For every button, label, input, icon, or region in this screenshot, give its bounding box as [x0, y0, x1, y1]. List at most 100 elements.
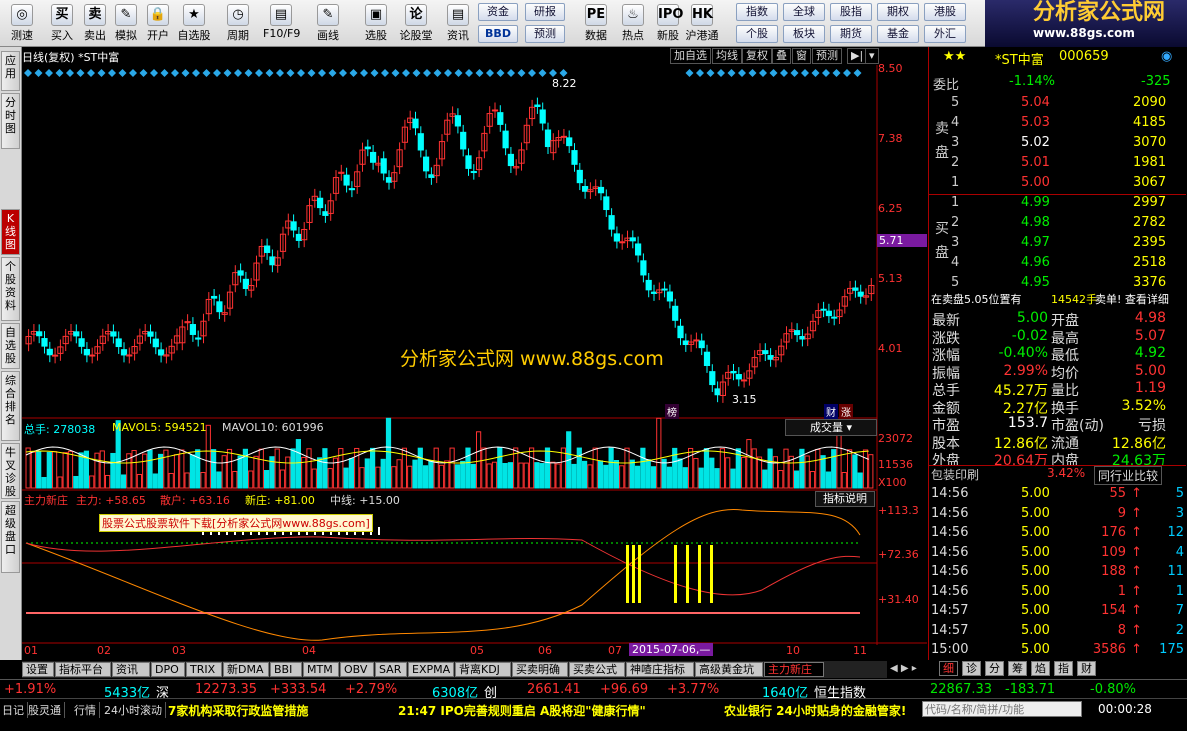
tool-15[interactable]: HK 沪港通: [684, 2, 720, 45]
indicator-tab-5[interactable]: 新DMA: [223, 662, 269, 677]
star-icon[interactable]: ★★: [943, 49, 966, 64]
indicator-tab-13[interactable]: 买卖公式: [569, 662, 625, 677]
rise-badge[interactable]: 涨: [839, 404, 853, 419]
sidebar-tab-3[interactable]: 个股资料: [1, 257, 20, 321]
chart-button-0[interactable]: 加自选: [670, 48, 711, 64]
news-ticker-1[interactable]: 7家机构采取行政监管措施: [168, 702, 308, 719]
news-nav-0[interactable]: 日记: [2, 702, 28, 718]
quote-tab-1[interactable]: 诊: [962, 661, 981, 676]
tool-1[interactable]: 买买入: [44, 2, 80, 45]
tool-0[interactable]: ◎ 测速: [4, 2, 40, 45]
tool-14[interactable]: IPO 新股: [650, 2, 686, 45]
bid-row[interactable]: 3 4.97 2395: [929, 235, 1186, 253]
stat-value: 4.92: [1134, 345, 1166, 361]
tool-5[interactable]: ★ 自选股: [176, 2, 212, 45]
tool-3[interactable]: ✎ 模拟: [108, 2, 144, 45]
toolbar-button-1[interactable]: 研报: [525, 3, 565, 21]
toolbar-button-10[interactable]: 板块: [783, 25, 825, 43]
tool-7[interactable]: ▤ F10/F9: [263, 2, 300, 45]
bid-row[interactable]: 2 4.98 2782: [929, 215, 1186, 233]
indicator-tab-15[interactable]: 高级黄金坑: [695, 662, 763, 677]
toolbar-button-11[interactable]: 期货: [830, 25, 872, 43]
tool-11[interactable]: ▤ 资讯: [440, 2, 476, 45]
tool-9[interactable]: ▣ 选股: [358, 2, 394, 45]
candle-body: [794, 330, 801, 336]
ask-row[interactable]: 4 5.03 4185: [929, 115, 1186, 133]
ad-banner[interactable]: 股票公式股票软件下载[分析家公式网www.88gs.com]: [99, 514, 373, 532]
sidebar-tab-2[interactable]: K线图: [1, 209, 20, 255]
ask-row[interactable]: 5 5.04 2090: [929, 95, 1186, 113]
tool-6[interactable]: ◷ 周期: [220, 2, 256, 45]
indicator-tab-9[interactable]: SAR: [375, 662, 407, 677]
toolbar-button-7[interactable]: 期权: [877, 3, 919, 21]
quote-tab-6[interactable]: 财: [1077, 661, 1096, 676]
sidebar-tab-6[interactable]: 牛叉诊股: [1, 443, 20, 499]
chart-button-4[interactable]: 窗: [792, 48, 811, 64]
tab-scroll-arrows[interactable]: ◀ ▶ ▸: [890, 663, 926, 677]
volume-indicator-select[interactable]: 成交量 ▾: [785, 419, 877, 436]
indicator-tab-2[interactable]: 资讯: [112, 662, 150, 677]
indicator-help-button[interactable]: 指标说明: [815, 491, 875, 507]
finance-badge[interactable]: 财: [824, 404, 838, 419]
quote-tab-5[interactable]: 指: [1054, 661, 1073, 676]
toolbar-button-9[interactable]: 个股: [736, 25, 778, 43]
news-nav-2[interactable]: 行情: [74, 702, 100, 718]
ask-row[interactable]: 3 5.02 3070: [929, 135, 1186, 153]
sidebar-tab-0[interactable]: 应用: [1, 51, 20, 91]
news-nav-1[interactable]: 股灵通: [28, 702, 65, 718]
search-input[interactable]: [922, 701, 1082, 717]
tool-4[interactable]: 🔒 开户: [140, 2, 176, 45]
bid-row[interactable]: 4 4.96 2518: [929, 255, 1186, 273]
quote-tab-0[interactable]: 细: [939, 661, 958, 676]
ask-row[interactable]: 1 5.00 3067: [929, 175, 1186, 193]
indicator-tab-8[interactable]: OBV: [340, 662, 374, 677]
quote-tab-3[interactable]: 筹: [1008, 661, 1027, 676]
quote-tab-4[interactable]: 焰: [1031, 661, 1050, 676]
list-badge[interactable]: 榜: [665, 404, 679, 419]
sidebar-tab-4[interactable]: 自选股: [1, 323, 20, 369]
toolbar-button-5[interactable]: 全球: [783, 3, 825, 21]
bid-row[interactable]: 1 4.99 2997: [929, 195, 1186, 213]
indicator-tab-14[interactable]: 神喳庄指标: [626, 662, 694, 677]
chevron-down-icon[interactable]: ▾: [865, 48, 879, 64]
chart-button-5[interactable]: 预测: [812, 48, 842, 64]
industry-name[interactable]: 包装印刷: [931, 466, 979, 483]
sidebar-tab-5[interactable]: 综合排名: [1, 371, 20, 441]
toolbar-button-4[interactable]: 指数: [736, 3, 778, 21]
toolbar-button-13[interactable]: 外汇: [924, 25, 966, 43]
toolbar-button-6[interactable]: 股指: [830, 3, 872, 21]
news-nav-3[interactable]: 24小时滚动: [104, 702, 166, 718]
chart-button-2[interactable]: 复权: [742, 48, 772, 64]
indicator-tab-4[interactable]: TRIX: [186, 662, 222, 677]
chart-button-1[interactable]: 均线: [712, 48, 742, 64]
indicator-tab-3[interactable]: DPO: [151, 662, 185, 677]
industry-compare-button[interactable]: 同行业比较: [1094, 466, 1163, 485]
tool-12[interactable]: PE 数据: [578, 2, 614, 45]
tool-10[interactable]: 论论股堂: [398, 2, 434, 45]
toolbar-button-2[interactable]: BBD: [478, 25, 518, 43]
sidebar-tab-7[interactable]: 超级盘口: [1, 501, 20, 573]
quote-tab-2[interactable]: 分: [985, 661, 1004, 676]
toolbar-button-0[interactable]: 资金: [478, 3, 518, 21]
chart-button-3[interactable]: 叠: [772, 48, 791, 64]
toolbar-button-8[interactable]: 港股: [924, 3, 966, 21]
indicator-tab-6[interactable]: BBI: [270, 662, 302, 677]
indicator-tab-12[interactable]: 买卖明确: [512, 662, 568, 677]
large-order-notice[interactable]: 在卖盘5.05位置有 14542手 卖单! 查看详细: [929, 291, 1186, 309]
indicator-tab-7[interactable]: MTM: [303, 662, 339, 677]
toolbar-button-3[interactable]: 预测: [525, 25, 565, 43]
ask-row[interactable]: 2 5.01 1981: [929, 155, 1186, 173]
toolbar-button-12[interactable]: 基金: [877, 25, 919, 43]
tool-13[interactable]: ♨ 热点: [615, 2, 651, 45]
tool-8[interactable]: ✎ 画线: [310, 2, 346, 45]
news-ticker-2[interactable]: 21:47 IPO完善规则重启 A股将迎"健康行情": [398, 702, 646, 719]
sidebar-tab-1[interactable]: 分时图: [1, 93, 20, 149]
indicator-tab-16[interactable]: 主力新庄: [764, 662, 824, 677]
indicator-tab-1[interactable]: 指标平台: [55, 662, 111, 677]
volume-bar: [317, 457, 323, 489]
news-ticker-3[interactable]: 农业银行 24小时贴身的金融管家!: [724, 702, 906, 719]
indicator-tab-10[interactable]: EXPMA: [408, 662, 454, 677]
indicator-tab-0[interactable]: 设置: [22, 662, 54, 677]
globe-icon[interactable]: ◉: [1161, 49, 1172, 64]
indicator-tab-11[interactable]: 背离KDJ: [455, 662, 511, 677]
